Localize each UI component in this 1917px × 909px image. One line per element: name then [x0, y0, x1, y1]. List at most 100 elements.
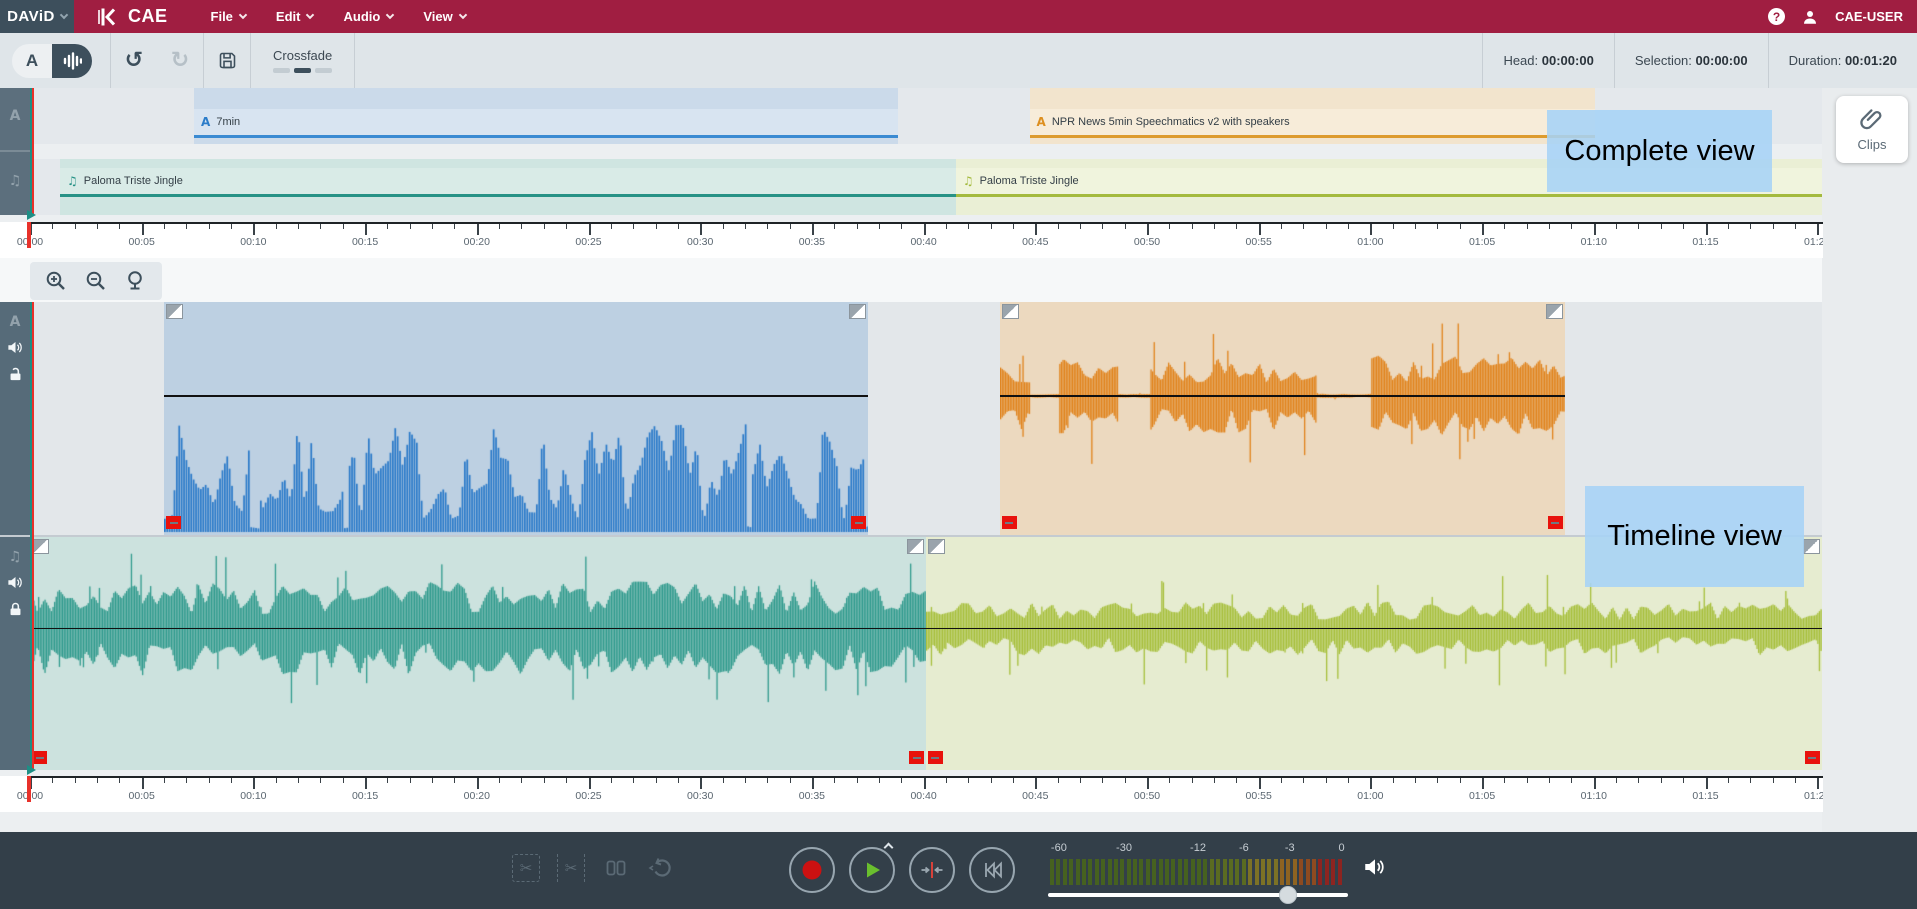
playhead-triangle-marker[interactable] [27, 210, 36, 220]
fade-handle[interactable] [32, 539, 49, 554]
ruler-tick [678, 224, 679, 229]
ruler-tick [991, 224, 992, 229]
ruler-time-label: 00:05 [129, 790, 155, 802]
crossfade-button[interactable]: Crossfade [251, 48, 354, 73]
ruler-tick [164, 224, 165, 229]
audio-mode-button[interactable] [52, 44, 92, 78]
volume-slider[interactable] [1048, 893, 1348, 897]
ruler-tick [946, 778, 947, 783]
jump-back-button[interactable] [647, 854, 675, 882]
fade-handle[interactable] [166, 304, 183, 319]
clip-accent-line [1030, 135, 1595, 138]
fade-handle[interactable] [1546, 304, 1563, 319]
playhead-line[interactable] [32, 88, 34, 215]
fade-marker[interactable] [1548, 516, 1563, 529]
fade-marker[interactable] [909, 751, 924, 764]
ruler-tick [566, 778, 567, 783]
menu-view[interactable]: View [408, 0, 480, 33]
edit-mode-toggle[interactable]: A [12, 44, 92, 78]
speaker-icon[interactable] [6, 338, 25, 357]
lock-icon[interactable] [7, 601, 24, 618]
jump-back-icon [648, 855, 674, 881]
waveform [1000, 302, 1565, 535]
split-clip-button[interactable] [602, 854, 630, 882]
ruler-time-label: 01:10 [1581, 236, 1607, 248]
undo-button[interactable]: ↺ [111, 50, 157, 72]
cut-region-button[interactable]: ✂ [557, 854, 585, 882]
zoom-fit-button[interactable] [121, 266, 151, 296]
fade-marker[interactable] [32, 751, 47, 764]
ruler-tick [231, 778, 232, 783]
monitor-speaker-icon[interactable] [1362, 854, 1388, 880]
fade-handle[interactable] [1002, 304, 1019, 319]
gain-envelope-line[interactable] [30, 628, 926, 630]
david-logo-menu[interactable]: DAViD [0, 0, 74, 33]
fade-handle[interactable] [907, 539, 924, 554]
ruler-tick [790, 224, 791, 229]
user-name[interactable]: CAE-USER [1835, 9, 1903, 24]
clip-accent-line [956, 194, 1822, 197]
timeline-music-track[interactable]: ♫ [0, 537, 1822, 770]
fade-marker[interactable] [851, 516, 866, 529]
meter-segment [1299, 859, 1303, 885]
fade-marker[interactable] [166, 516, 181, 529]
ruler-playhead-marker[interactable] [27, 222, 31, 248]
ruler-tick [834, 778, 835, 783]
timeline-clip[interactable] [30, 537, 926, 770]
playhead-triangle-marker[interactable] [27, 765, 36, 775]
skip-to-start-button[interactable] [969, 847, 1015, 893]
zoom-in-button[interactable] [41, 266, 71, 296]
gain-envelope-line[interactable] [926, 628, 1822, 630]
fade-marker[interactable] [1805, 751, 1820, 764]
ruler-tick [1482, 778, 1484, 789]
help-icon[interactable]: ? [1768, 8, 1785, 25]
fade-handle[interactable] [928, 539, 945, 554]
unlock-icon[interactable] [7, 366, 24, 383]
timeline-clip[interactable] [1000, 302, 1565, 535]
save-button[interactable] [204, 50, 250, 71]
app-name: CAE [128, 6, 168, 27]
ruler-tick [186, 778, 187, 783]
volume-slider-thumb[interactable] [1279, 886, 1297, 904]
ruler-playhead-marker[interactable] [27, 776, 31, 802]
overview-time-ruler[interactable]: 00:0000:0500:1000:1500:2000:2500:3000:35… [0, 222, 1823, 258]
menu-label: Audio [343, 9, 380, 24]
ruler-tick [276, 778, 277, 783]
fade-marker[interactable] [1002, 516, 1017, 529]
timeline-clip[interactable] [164, 302, 868, 535]
menu-file[interactable]: File [196, 0, 261, 33]
timeline-speech-track[interactable]: A [0, 302, 1822, 535]
ruler-tick [1035, 224, 1037, 235]
record-button[interactable] [789, 847, 835, 893]
fade-marker[interactable] [928, 751, 943, 764]
locate-head-button[interactable] [909, 847, 955, 893]
gain-envelope-line[interactable] [164, 395, 868, 397]
redo-button[interactable]: ↻ [157, 50, 203, 72]
playhead-line[interactable] [32, 302, 34, 770]
fade-handle[interactable] [849, 304, 866, 319]
cut-selection-button[interactable]: ✂ [512, 854, 540, 882]
meter-segment [1146, 859, 1150, 885]
overview-clip[interactable]: ♫Paloma Triste Jingle [60, 159, 956, 215]
timeline-time-ruler[interactable]: 00:0000:0500:1000:1500:2000:2500:3000:35… [0, 776, 1823, 812]
ruler-tick [924, 778, 926, 789]
speaker-icon[interactable] [6, 573, 25, 592]
menu-edit[interactable]: Edit [261, 0, 329, 33]
zoom-out-button[interactable] [81, 266, 111, 296]
ruler-tick [1661, 224, 1662, 229]
ruler-tick [298, 224, 299, 229]
ruler-tick [410, 224, 411, 229]
menu-audio[interactable]: Audio [328, 0, 408, 33]
play-options-caret[interactable] [885, 838, 892, 856]
meter-scale-label: 0 [1338, 842, 1344, 854]
gain-envelope-line[interactable] [1000, 395, 1565, 397]
overview-clip[interactable]: ANPR News 5min Speechmatics v2 with spea… [1030, 88, 1595, 144]
clips-panel-button[interactable]: Clips [1836, 96, 1908, 163]
fade-handle[interactable] [1803, 539, 1820, 554]
ruler-tick [1303, 778, 1304, 783]
overview-clip[interactable]: A7min [194, 88, 898, 144]
ruler-tick [1616, 778, 1617, 783]
track-header: A [0, 302, 30, 535]
meter-segment [1127, 859, 1131, 885]
text-mode-button[interactable]: A [12, 44, 52, 78]
